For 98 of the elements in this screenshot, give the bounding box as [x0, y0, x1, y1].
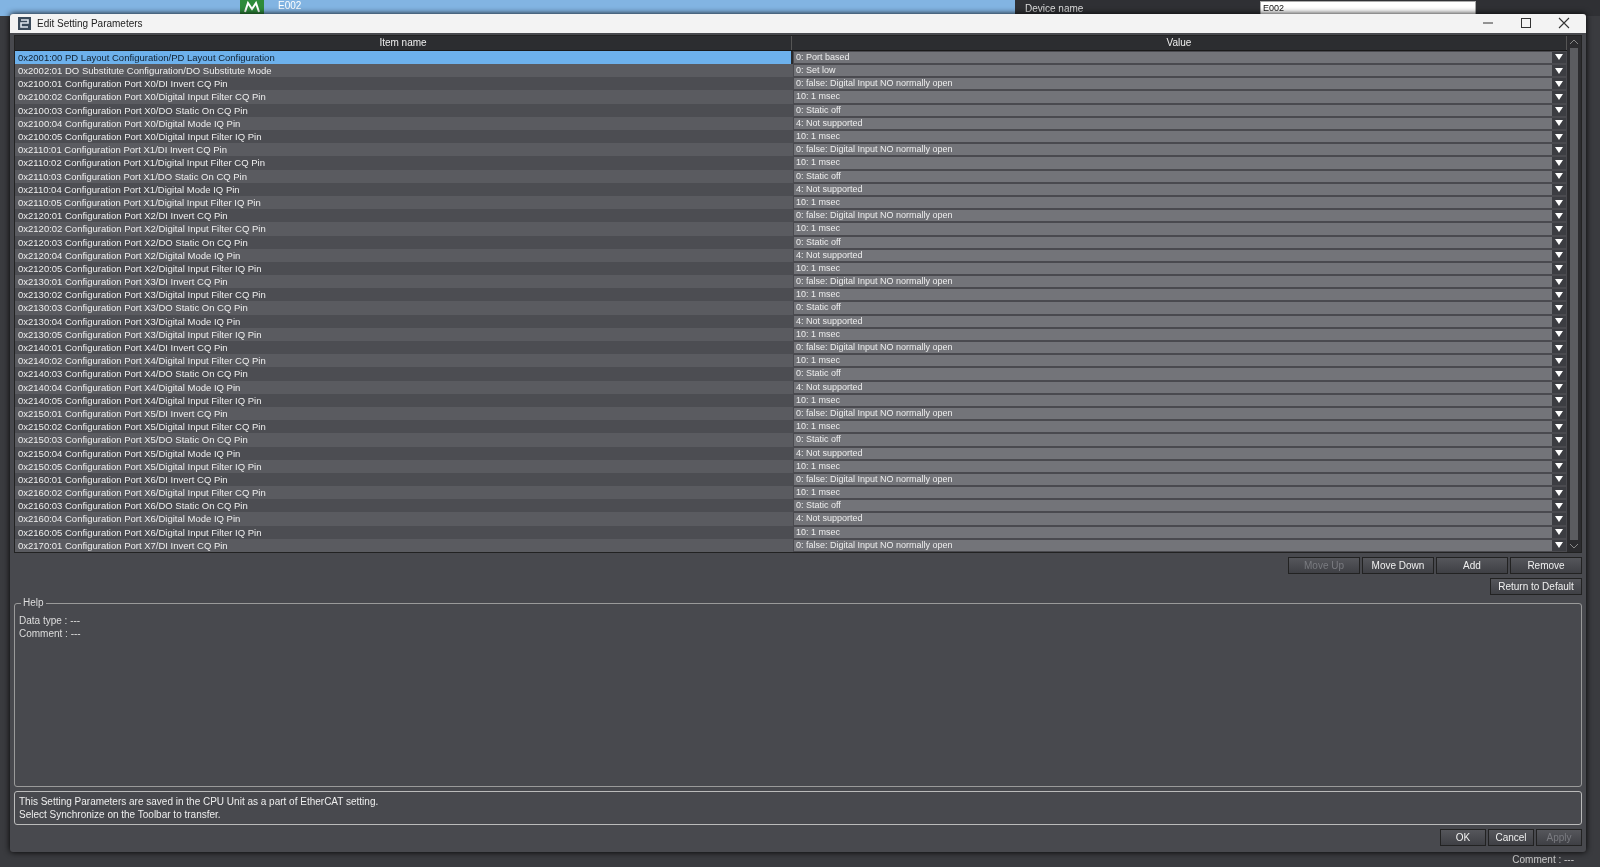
table-row[interactable]: 0x2140:02 Configuration Port X4/Digital Input Filter CQ Pin 10: 1 msec [15, 354, 1567, 368]
item-name-cell-text: 0x2150:01 Configuration Port X5/DI Invert CQ Pin [17, 406, 229, 421]
value-dropdown[interactable]: 10: 1 msec [793, 288, 1567, 302]
item-name-cell-text: 0x2160:03 Configuration Port X6/DO Static On CQ Pin [17, 499, 249, 513]
table-row[interactable]: 0x2130:02 Configuration Port X3/Digital Input Filter CQ Pin 10: 1 msec [15, 288, 1567, 302]
item-name-cell-text: 0x2110:01 Configuration Port X1/DI Invert CQ Pin [17, 143, 228, 157]
item-name-cell-text: 0x2150:03 Configuration Port X5/DO Static On CQ Pin [17, 433, 249, 447]
dialog-button[interactable]: OK [1440, 829, 1486, 846]
item-name-cell-text: 0x2140:02 Configuration Port X4/Digital Input Filter CQ Pin [17, 354, 267, 368]
table-row[interactable]: 0x2130:01 Configuration Port X3/DI Invert CQ Pin 0: false: Digital Input NO normally open [15, 275, 1567, 289]
device-name-label: Device name [1025, 2, 1085, 14]
table-row[interactable]: 0x2110:01 Configuration Port X1/DI Invert CQ Pin 0: false: Digital Input NO normally open [15, 143, 1567, 157]
item-name-cell-text: 0x2170:01 Configuration Port X7/DI Invert CQ Pin [17, 538, 229, 552]
item-name-cell-text: 0x2110:02 Configuration Port X1/Digital Input Filter CQ Pin [17, 156, 266, 170]
value-dropdown[interactable]: 0: false: Digital Input NO normally open [793, 341, 1567, 355]
return-to-default-button[interactable]: Return to Default [1490, 578, 1582, 595]
table-row[interactable]: 0x2140:01 Configuration Port X4/DI Invert CQ Pin 0: false: Digital Input NO normally open [15, 341, 1567, 355]
comment-text: Comment : --- [1512, 854, 1574, 866]
value-dropdown[interactable]: 0: Static off [793, 499, 1567, 513]
table-row[interactable]: 0x2120:01 Configuration Port X2/DI Invert CQ Pin 0: false: Digital Input NO normally open [15, 209, 1567, 223]
table-row[interactable]: 0x2002:01 DO Substitute Configuration/DO Substitute Mode 0: Set low [15, 64, 1567, 78]
item-name-cell-text: 0x2100:04 Configuration Port X0/Digital Mode IQ Pin [17, 116, 242, 130]
column-header[interactable]: Item name [15, 35, 792, 50]
value-dropdown[interactable]: 10: 1 msec [793, 222, 1567, 236]
table-row[interactable]: 0x2100:01 Configuration Port X0/DI Invert CQ Pin 0: false: Digital Input NO normally open [15, 77, 1567, 91]
item-name-cell-text: 0x2150:02 Configuration Port X5/Digital Input Filter CQ Pin [17, 420, 267, 434]
value-dropdown[interactable]: 0: Set low [793, 64, 1567, 78]
value-dropdown[interactable]: 10: 1 msec [793, 130, 1567, 144]
value-dropdown[interactable]: 10: 1 msec [793, 354, 1567, 368]
table-row[interactable]: 0x2140:03 Configuration Port X4/DO Static On CQ Pin 0: Static off [15, 367, 1567, 381]
item-name-cell-text: 0x2130:05 Configuration Port X3/Digital Input Filter IQ Pin [17, 327, 263, 341]
item-name-cell-text: 0x2130:01 Configuration Port X3/DI Invert CQ Pin [17, 275, 229, 289]
value-dropdown[interactable]: 0: Static off [793, 301, 1567, 315]
note-line: Select Synchronize on the Toolbar to transfer. [19, 808, 222, 821]
item-name-cell-text: 0x2140:05 Configuration Port X4/Digital Input Filter IQ Pin [17, 393, 263, 407]
item-name-cell-text: 0x2002:01 DO Substitute Configuration/DO Substitute Mode [17, 64, 273, 78]
value-dropdown[interactable]: 0: false: Digital Input NO normally open [793, 209, 1567, 223]
list-action-button[interactable]: Move Down [1362, 557, 1434, 574]
value-dropdown[interactable]: 10: 1 msec [793, 420, 1567, 434]
help-title: Help [21, 597, 46, 608]
value-dropdown[interactable]: 10: 1 msec [793, 486, 1567, 500]
value-dropdown[interactable]: 0: Static off [793, 433, 1567, 447]
item-name-cell-text: 0x2120:02 Configuration Port X2/Digital Input Filter CQ Pin [17, 222, 267, 236]
item-name-cell-text: 0x2120:01 Configuration Port X2/DI Invert CQ Pin [17, 209, 229, 223]
table-row[interactable]: 0x2160:02 Configuration Port X6/Digital Input Filter CQ Pin 10: 1 msec [15, 486, 1567, 500]
value-dropdown[interactable]: 0: Static off [793, 367, 1567, 381]
item-name-cell-text: 0x2160:05 Configuration Port X6/Digital Input Filter IQ Pin [17, 525, 263, 539]
table-row[interactable]: 0x2160:03 Configuration Port X6/DO Static On CQ Pin 0: Static off [15, 499, 1567, 513]
help-line: Comment : --- [19, 627, 82, 640]
device-name-field[interactable]: E002 [1260, 1, 1476, 15]
item-name-cell-text: 0x2100:03 Configuration Port X0/DO Static On CQ Pin [17, 103, 249, 117]
note-line: This Setting Parameters are saved in the CPU Unit as a part of EtherCAT setting. [19, 795, 380, 808]
item-name-cell-text: 0x2120:03 Configuration Port X2/DO Static On CQ Pin [17, 235, 249, 249]
item-name-cell-text: 0x2100:05 Configuration Port X0/Digital Input Filter IQ Pin [17, 130, 263, 144]
app-icon [18, 16, 31, 30]
table-row[interactable]: 0x2100:05 Configuration Port X0/Digital Input Filter IQ Pin 10: 1 msec [15, 130, 1567, 144]
value-dropdown[interactable]: 10: 1 msec [793, 90, 1567, 104]
item-name-cell-text: 0x2140:01 Configuration Port X4/DI Invert CQ Pin [17, 341, 229, 355]
table-row[interactable]: 0x2150:03 Configuration Port X5/DO Static On CQ Pin 0: Static off [15, 433, 1567, 447]
item-name-cell-text: 0x2100:01 Configuration Port X0/DI Invert CQ Pin [17, 77, 229, 91]
item-name-cell-text: 0x2130:04 Configuration Port X3/Digital Mode IQ Pin [17, 314, 242, 328]
item-name-cell-text: 0x2110:03 Configuration Port X1/DO Static On CQ Pin [17, 169, 248, 183]
close-icon[interactable] [1558, 17, 1570, 30]
table-row[interactable]: 0x2001:00 PD Layout Configuration/PD Layout Configuration 0: Port based [15, 50, 1567, 65]
value-dropdown[interactable]: 0: false: Digital Input NO normally open [793, 275, 1567, 289]
item-name-cell-text: 0x2160:04 Configuration Port X6/Digital Mode IQ Pin [17, 512, 242, 526]
item-name-cell-text: 0x2120:04 Configuration Port X2/Digital Mode IQ Pin [17, 248, 242, 262]
item-name-cell-text: 0x2150:04 Configuration Port X5/Digital Mode IQ Pin [17, 446, 242, 460]
item-name-cell-text: 0x2160:01 Configuration Port X6/DI Invert CQ Pin [17, 472, 229, 487]
table-row[interactable]: 0x2130:03 Configuration Port X3/DO Static On CQ Pin 0: Static off [15, 301, 1567, 315]
help-line: Data type : --- [19, 614, 82, 627]
item-name-cell-text: 0x2110:05 Configuration Port X1/Digital Input Filter IQ Pin [17, 195, 262, 210]
scroll-down-icon[interactable] [1569, 542, 1579, 550]
item-name-cell-text: 0x2140:03 Configuration Port X4/DO Static On CQ Pin [17, 367, 249, 381]
table-row[interactable]: 0x2150:02 Configuration Port X5/Digital Input Filter CQ Pin 10: 1 msec [15, 420, 1567, 434]
table-row[interactable]: 0x2120:02 Configuration Port X2/Digital Input Filter CQ Pin 10: 1 msec [15, 222, 1567, 236]
table-row[interactable]: 0x2160:04 Configuration Port X6/Digital Mode IQ Pin 4: Not supported [15, 512, 1567, 526]
value-dropdown[interactable]: 10: 1 msec [793, 156, 1567, 170]
maximize-icon[interactable] [1520, 17, 1532, 30]
window-title: Edit Setting Parameters [37, 17, 143, 29]
item-name-cell-text: 0x2120:05 Configuration Port X2/Digital Input Filter IQ Pin [17, 261, 263, 276]
scroll-up-icon[interactable] [1569, 37, 1579, 46]
item-name-cell-text: 0x2140:04 Configuration Port X4/Digital Mode IQ Pin [17, 380, 242, 394]
node-label: E002 [278, 0, 302, 11]
item-name-cell-text: 0x2130:02 Configuration Port X3/Digital Input Filter CQ Pin [17, 288, 267, 302]
list-action-button[interactable]: Add [1436, 557, 1508, 574]
value-dropdown[interactable]: 0: false: Digital Input NO normally open [793, 143, 1567, 157]
value-dropdown[interactable]: 4: Not supported [793, 512, 1567, 526]
list-action-button[interactable]: Remove [1510, 557, 1582, 574]
table-row[interactable]: 0x2100:02 Configuration Port X0/Digital Input Filter CQ Pin 10: 1 msec [15, 90, 1567, 104]
value-dropdown[interactable]: 0: false: Digital Input NO normally open [793, 77, 1567, 91]
item-name-cell-text: 0x2100:02 Configuration Port X0/Digital Input Filter CQ Pin [17, 90, 267, 104]
item-name-cell-text: 0x2150:05 Configuration Port X5/Digital Input Filter IQ Pin [17, 459, 263, 473]
item-name-cell-text: 0x2160:02 Configuration Port X6/Digital Input Filter CQ Pin [17, 486, 267, 500]
table-row[interactable]: 0x2110:02 Configuration Port X1/Digital Input Filter CQ Pin 10: 1 msec [15, 156, 1567, 170]
dialog-button[interactable]: Cancel [1488, 829, 1534, 846]
item-name-cell-text: 0x2110:04 Configuration Port X1/Digital Mode IQ Pin [17, 182, 241, 196]
item-name-cell-text: 0x2130:03 Configuration Port X3/DO Static On CQ Pin [17, 301, 249, 315]
